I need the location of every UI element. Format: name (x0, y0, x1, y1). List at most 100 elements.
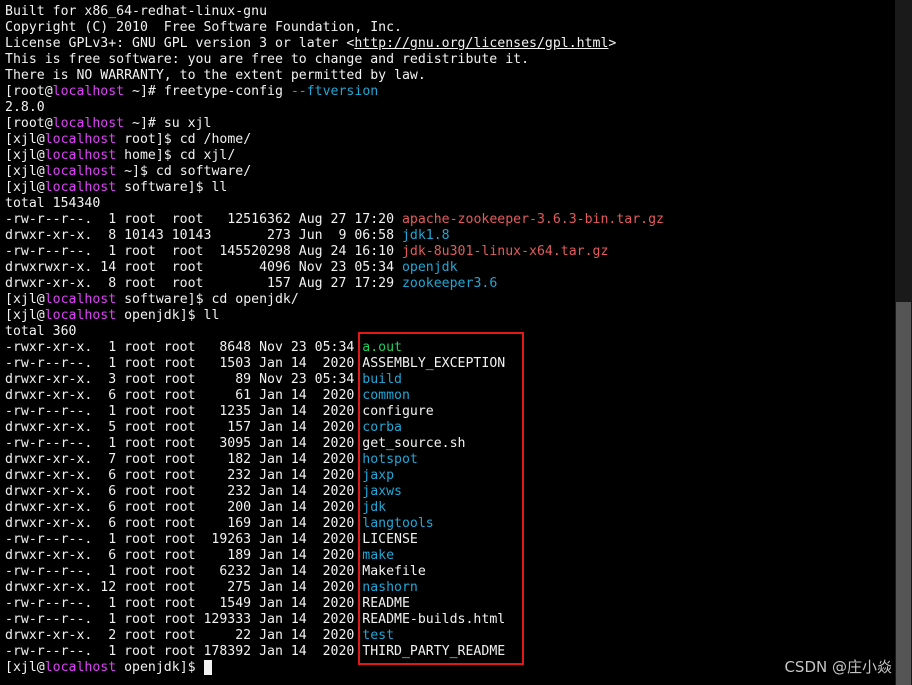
prompt-line[interactable]: [xjl@localhost openjdk]$ (5, 660, 204, 676)
prompt-path: software]$ (116, 292, 212, 307)
listing-row: drwxr-xr-x. 2 root root 22 Jan 14 2020 t… (5, 628, 394, 644)
header-line: This is free software: you are free to c… (5, 52, 529, 68)
file-meta: drwxr-xr-x. 6 root root 189 Jan 14 2020 (5, 548, 363, 563)
prompt-host: localhost (44, 180, 117, 195)
prompt-line: [xjl@localhost openjdk]$ ll (5, 308, 219, 324)
version-output: 2.8.0 (5, 100, 45, 115)
header-text: There is NO WARRANTY, to the extent perm… (5, 68, 426, 83)
prompt-line: [xjl@localhost home]$ cd xjl/ (5, 148, 235, 164)
header-text: Copyright (C) 2010 Free Software Foundat… (5, 20, 402, 35)
total-line: total 360 (5, 324, 77, 339)
license-link[interactable]: http://gnu.org/licenses/gpl.html (354, 36, 608, 51)
prompt-user: [xjl@ (5, 132, 45, 147)
output-line: total 154340 (5, 196, 100, 212)
listing-row: drwxr-xr-x. 6 root root 169 Jan 14 2020 … (5, 516, 434, 532)
file-meta: drwxr-xr-x. 2 root root 22 Jan 14 2020 (5, 628, 363, 643)
file-name: apache-zookeeper-3.6.3-bin.tar.gz (401, 212, 664, 227)
listing-row: drwxrwxr-x. 14 root root 4096 Nov 23 05:… (5, 260, 458, 276)
file-meta: -rw-r--r--. 1 root root 1549 Jan 14 2020 (5, 596, 363, 611)
listing-row: -rw-r--r--. 1 root root 178392 Jan 14 20… (5, 644, 505, 660)
file-meta: -rwxr-xr-x. 1 root root 8648 Nov 23 05:3… (5, 340, 363, 355)
file-meta: -rw-r--r--. 1 root root 19263 Jan 14 202… (5, 532, 363, 547)
file-meta: drwxr-xr-x. 6 root root 169 Jan 14 2020 (5, 516, 363, 531)
listing-row: drwxr-xr-x. 6 root root 200 Jan 14 2020 … (5, 500, 386, 516)
file-name: README (362, 596, 410, 611)
text-cursor (204, 660, 212, 675)
listing-row: drwxr-xr-x. 12 root root 275 Jan 14 2020… (5, 580, 418, 596)
header-text: > (608, 36, 617, 51)
listing-row: drwxr-xr-x. 6 root root 232 Jan 14 2020 … (5, 468, 394, 484)
file-name: THIRD_PARTY_README (362, 644, 506, 659)
file-name: make (362, 548, 395, 563)
prompt-host: localhost (44, 164, 117, 179)
file-name: Makefile (362, 564, 426, 579)
prompt-user: [xjl@ (5, 180, 45, 195)
file-meta: drwxr-xr-x. 7 root root 182 Jan 14 2020 (5, 452, 363, 467)
listing-row: drwxr-xr-x. 6 root root 61 Jan 14 2020 c… (5, 388, 410, 404)
header-text: Built for x86_64-redhat-linux-gnu (5, 4, 268, 19)
listing-row: drwxr-xr-x. 5 root root 157 Jan 14 2020 … (5, 420, 402, 436)
file-name: langtools (362, 516, 434, 531)
prompt-line: [xjl@localhost software]$ ll (5, 180, 227, 196)
command-text: freetype-config (163, 84, 291, 99)
file-name: jdk-8u301-linux-x64.tar.gz (401, 244, 609, 259)
file-name: jaxp (362, 468, 395, 483)
prompt-path: root]$ (116, 132, 180, 147)
command-text: cd openjdk/ (211, 292, 299, 307)
prompt-host: localhost (44, 308, 117, 323)
file-name: test (362, 628, 395, 643)
file-name: ASSEMBLY_EXCEPTION (362, 356, 506, 371)
prompt-path: ~]$ (116, 164, 156, 179)
terminal-window[interactable]: Built for x86_64-redhat-linux-gnu Copyri… (0, 0, 912, 685)
prompt-path: home]$ (116, 148, 180, 163)
listing-row: -rw-r--r--. 1 root root 129333 Jan 14 20… (5, 612, 505, 628)
listing-row: drwxr-xr-x. 8 10143 10143 273 Jun 9 06:5… (5, 228, 450, 244)
prompt-host: localhost (44, 660, 117, 675)
listing-row: -rw-r--r--. 1 root root 19263 Jan 14 202… (5, 532, 418, 548)
command-text: su xjl (163, 116, 212, 131)
prompt-user: [xjl@ (5, 148, 45, 163)
header-line: Built for x86_64-redhat-linux-gnu (5, 4, 267, 20)
listing-row: drwxr-xr-x. 6 root root 189 Jan 14 2020 … (5, 548, 394, 564)
prompt-line: [root@localhost ~]# su xjl (5, 116, 211, 132)
prompt-host: localhost (44, 292, 117, 307)
file-name: jaxws (362, 484, 402, 499)
file-meta: -rw-r--r--. 1 root root 3095 Jan 14 2020 (5, 436, 363, 451)
prompt-line: [xjl@localhost root]$ cd /home/ (5, 132, 251, 148)
listing-row: -rw-r--r--. 1 root root 6232 Jan 14 2020… (5, 564, 426, 580)
file-name: nashorn (362, 580, 418, 595)
prompt-path: openjdk]$ (116, 308, 204, 323)
vertical-scrollbar[interactable] (895, 0, 912, 685)
file-meta: drwxr-xr-x. 3 root root 89 Nov 23 05:34 (5, 372, 363, 387)
terminal-screen[interactable]: Built for x86_64-redhat-linux-gnu Copyri… (5, 0, 895, 685)
scrollbar-thumb[interactable] (896, 302, 911, 685)
command-flag: --ftversion (290, 84, 379, 99)
file-meta: -rw-r--r--. 1 root root 6232 Jan 14 2020 (5, 564, 363, 579)
prompt-host: localhost (44, 132, 117, 147)
command-text: cd software/ (155, 164, 252, 179)
command-text: ll (211, 180, 228, 195)
prompt-path: ~]# (124, 116, 164, 131)
header-line: Copyright (C) 2010 Free Software Foundat… (5, 20, 402, 36)
output-line: 2.8.0 (5, 100, 45, 116)
prompt-user: [xjl@ (5, 164, 45, 179)
prompt-path: openjdk]$ (116, 660, 204, 675)
file-name: build (362, 372, 402, 387)
command-text: cd /home/ (179, 132, 252, 147)
listing-row: drwxr-xr-x. 3 root root 89 Nov 23 05:34 … (5, 372, 402, 388)
listing-row: drwxr-xr-x. 8 root root 157 Aug 27 17:29… (5, 276, 497, 292)
file-name: jdk (362, 500, 387, 515)
file-meta: -rw-r--r--. 1 root root 178392 Jan 14 20… (5, 644, 363, 659)
listing-row: -rw-r--r--. 1 root root 3095 Jan 14 2020… (5, 436, 466, 452)
listing-row: -rw-r--r--. 1 root root 1549 Jan 14 2020… (5, 596, 410, 612)
prompt-line: [root@localhost ~]# freetype-config --ft… (5, 84, 378, 100)
file-meta: -rw-r--r--. 1 root root 12516362 Aug 27 … (5, 212, 402, 227)
file-meta: drwxr-xr-x. 5 root root 157 Jan 14 2020 (5, 420, 363, 435)
file-name: jdk1.8 (401, 228, 450, 243)
prompt-line: [xjl@localhost ~]$ cd software/ (5, 164, 251, 180)
file-meta: drwxrwxr-x. 14 root root 4096 Nov 23 05:… (5, 260, 402, 275)
file-meta: drwxr-xr-x. 6 root root 232 Jan 14 2020 (5, 468, 363, 483)
prompt-user: [root@ (5, 116, 53, 131)
prompt-path: software]$ (116, 180, 212, 195)
header-line: License GPLv3+: GNU GPL version 3 or lat… (5, 36, 616, 52)
